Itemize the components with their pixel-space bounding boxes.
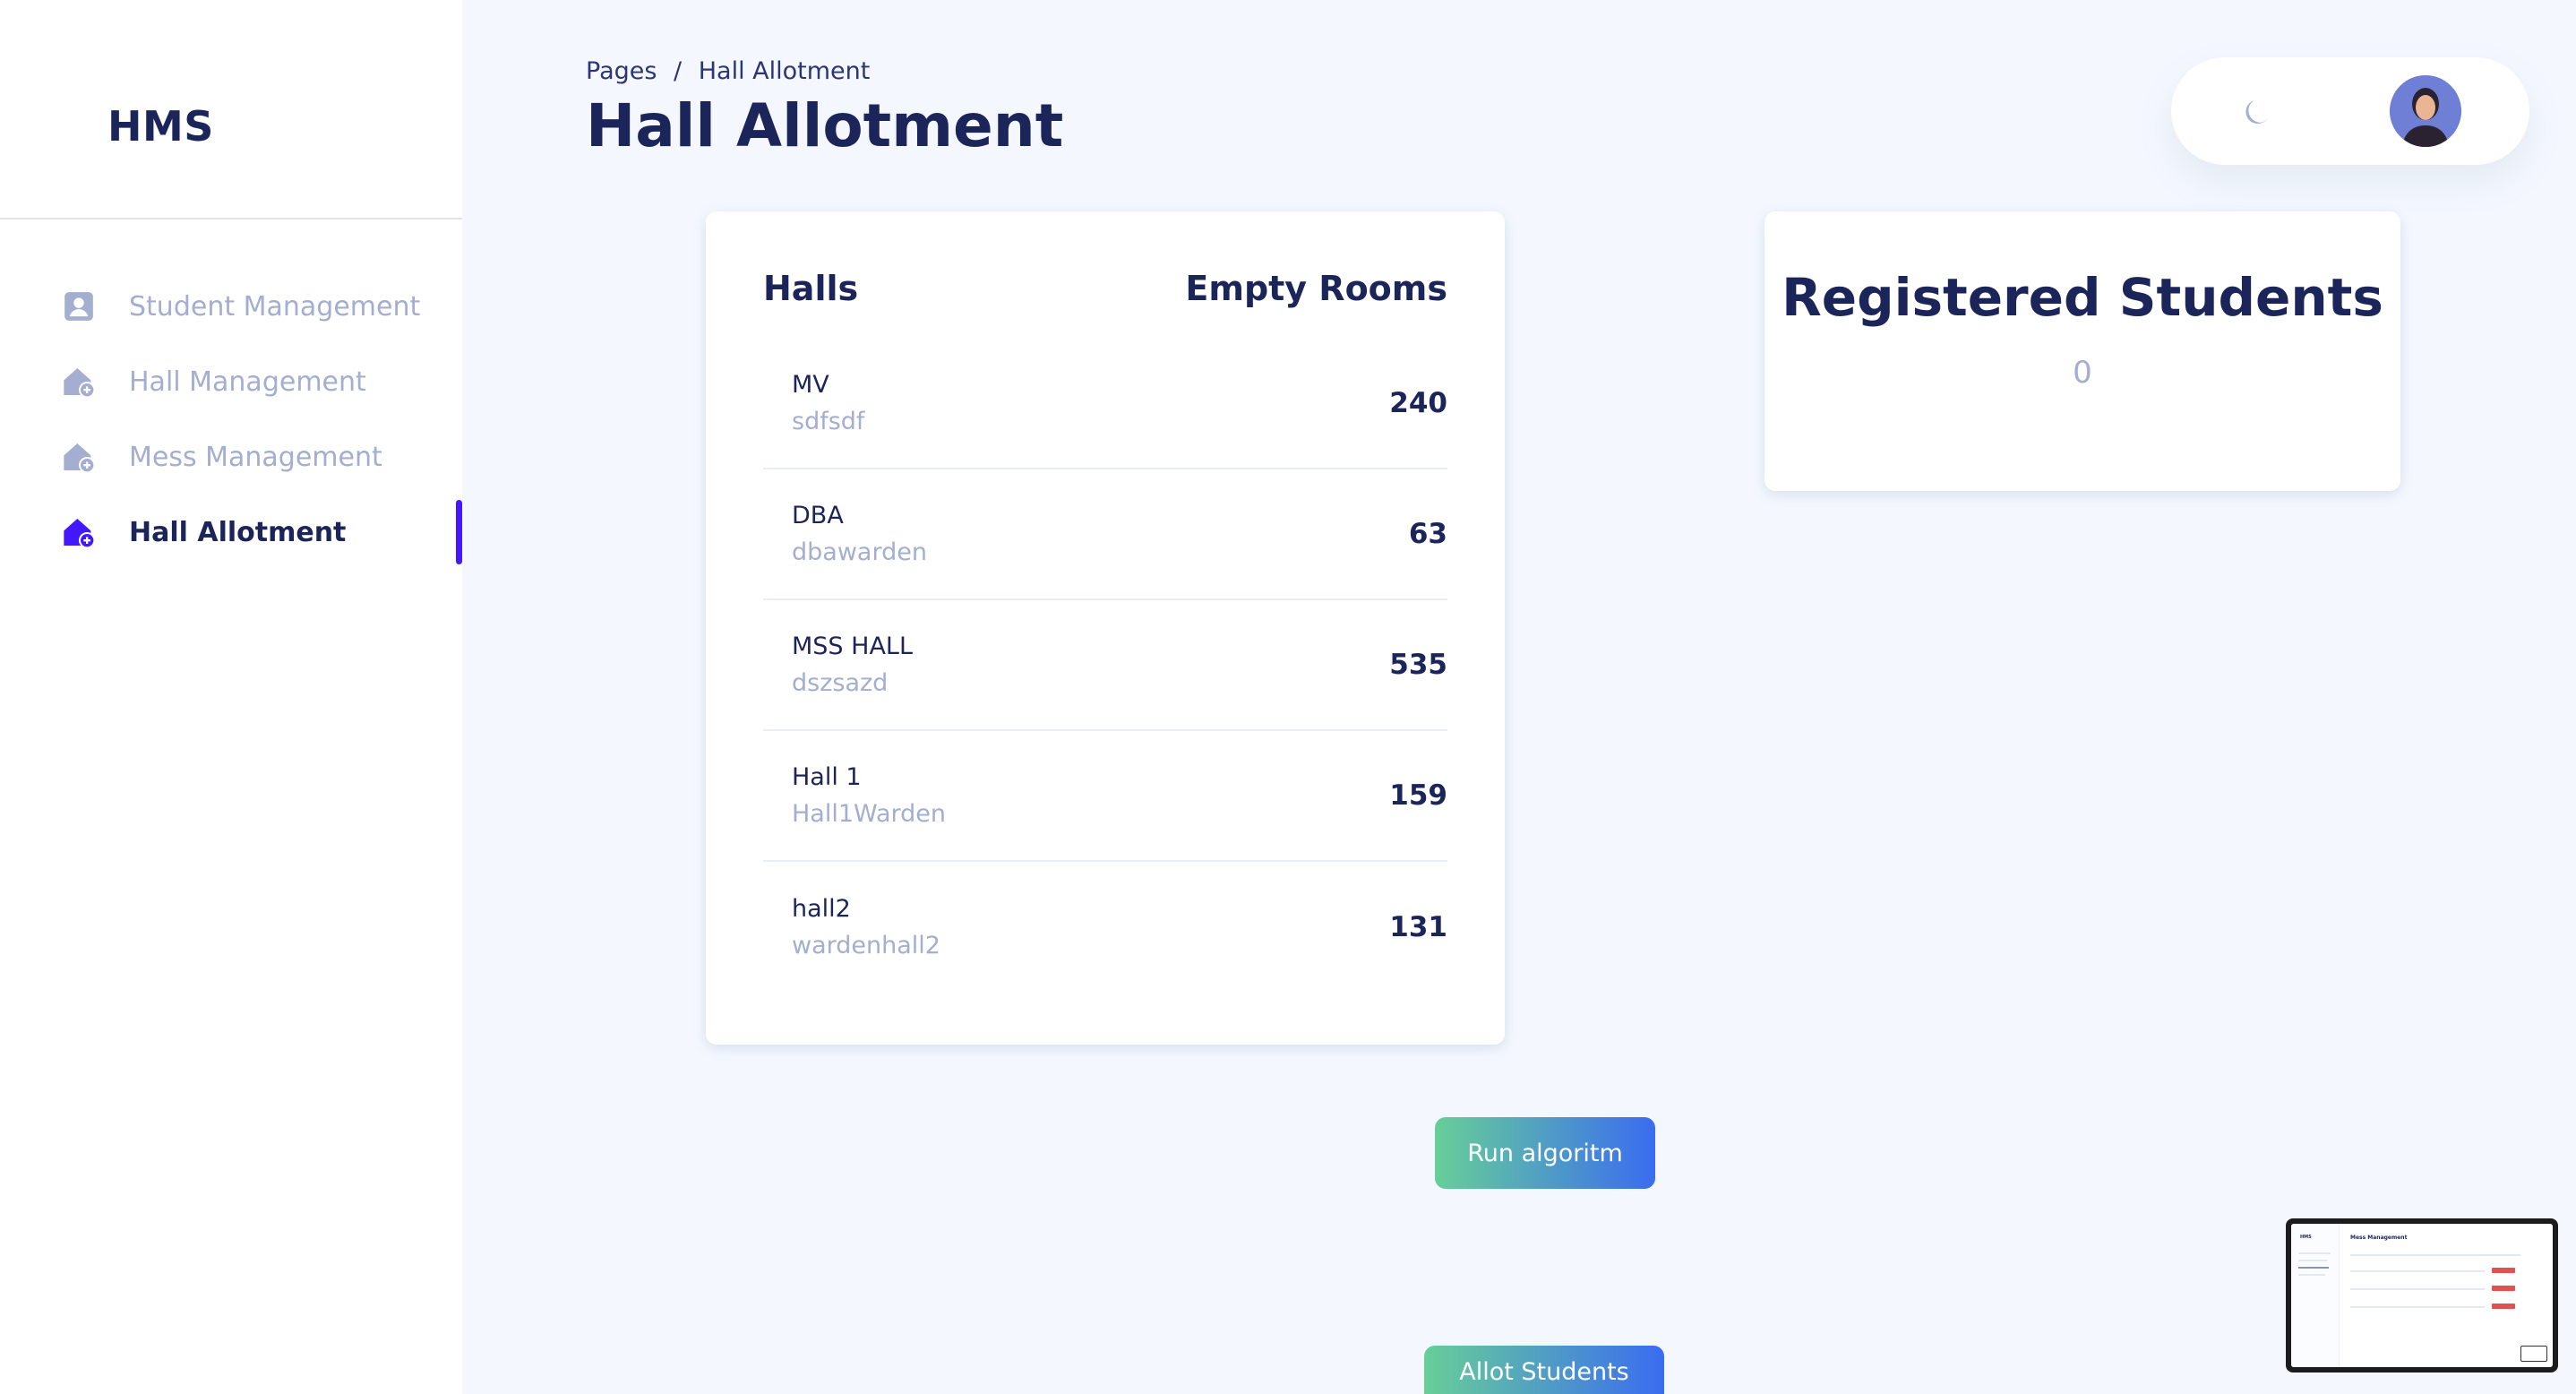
hall-name: hall2 — [792, 895, 851, 923]
avatar[interactable] — [2390, 75, 2461, 147]
empty-rooms-count: 535 — [1389, 649, 1447, 681]
home-plus-icon — [61, 514, 97, 550]
preview-corner-frame — [2520, 1346, 2547, 1362]
run-algorithm-button[interactable]: Run algoritm — [1435, 1117, 1655, 1189]
moon-icon[interactable] — [2239, 93, 2275, 129]
preview-row-line — [2350, 1270, 2485, 1272]
preview-row-line — [2350, 1254, 2520, 1256]
sidebar-item-student-management[interactable]: Student Management — [0, 269, 462, 344]
preview-sidebar: HMS — [2291, 1224, 2340, 1367]
column-header-halls: Halls — [763, 269, 859, 308]
halls-card: Halls Empty Rooms MV sdfsdf 240 DBA dbaw… — [706, 211, 1505, 1045]
sidebar: HMS Student Management Hall Management M… — [0, 0, 462, 1394]
header-toolbar — [2171, 57, 2529, 165]
hall-name: MSS HALL — [792, 632, 914, 660]
registered-students-count: 0 — [2073, 355, 2092, 391]
empty-rooms-count: 63 — [1408, 518, 1447, 550]
sidebar-item-label: Mess Management — [129, 441, 382, 473]
hall-warden: dbawarden — [792, 538, 927, 566]
preview-nav-line — [2298, 1252, 2331, 1254]
preview-red-button — [2492, 1268, 2515, 1273]
hall-name: Hall 1 — [792, 763, 862, 791]
breadcrumb-current[interactable]: Hall Allotment — [699, 57, 871, 85]
table-row[interactable]: hall2 wardenhall2 131 — [763, 862, 1447, 993]
table-row[interactable]: DBA dbawarden 63 — [763, 469, 1447, 600]
allot-students-button[interactable]: Allot Students — [1424, 1346, 1664, 1394]
empty-rooms-count: 240 — [1389, 387, 1447, 419]
empty-rooms-count: 131 — [1389, 911, 1447, 943]
preview-red-button — [2492, 1304, 2515, 1309]
active-indicator — [456, 500, 462, 564]
sidebar-item-label: Student Management — [129, 290, 421, 323]
breadcrumb: Pages / Hall Allotment — [586, 57, 870, 85]
sidebar-item-label: Hall Management — [129, 366, 366, 398]
page-title: Hall Allotment — [586, 91, 1064, 160]
halls-table-header: Halls Empty Rooms — [763, 269, 1447, 308]
breadcrumb-root[interactable]: Pages — [586, 57, 657, 85]
preview-screen: HMS Mess Management — [2291, 1224, 2553, 1367]
brand-logo[interactable]: HMS — [107, 102, 214, 151]
halls-list: MV sdfsdf 240 DBA dbawarden 63 MSS HALL … — [763, 339, 1447, 993]
table-row[interactable]: MV sdfsdf 240 — [763, 339, 1447, 469]
empty-rooms-count: 159 — [1389, 779, 1447, 812]
hall-warden: dszsazd — [792, 669, 889, 697]
hall-warden: wardenhall2 — [792, 932, 940, 959]
home-plus-icon — [61, 439, 97, 475]
preview-nav-line — [2298, 1260, 2327, 1261]
preview-nav-line — [2298, 1274, 2325, 1276]
user-square-icon — [61, 288, 97, 324]
preview-title: Mess Management — [2350, 1235, 2408, 1241]
preview-row-line — [2350, 1288, 2485, 1290]
registered-students-title: Registered Students — [1782, 267, 2383, 328]
hall-name: DBA — [792, 502, 844, 529]
screen-preview-thumbnail[interactable]: HMS Mess Management — [2286, 1218, 2558, 1372]
preview-nav-line — [2298, 1267, 2329, 1269]
home-plus-icon — [61, 364, 97, 400]
table-row[interactable]: MSS HALL dszsazd 535 — [763, 600, 1447, 731]
column-header-empty-rooms: Empty Rooms — [1185, 269, 1447, 308]
preview-red-button — [2492, 1286, 2515, 1291]
sidebar-nav: Student Management Hall Management Mess … — [0, 269, 462, 570]
sidebar-item-hall-management[interactable]: Hall Management — [0, 344, 462, 419]
hall-name: MV — [792, 371, 829, 399]
preview-row-line — [2350, 1306, 2485, 1308]
registered-students-card: Registered Students 0 — [1765, 211, 2400, 491]
hall-warden: sdfsdf — [792, 408, 865, 435]
sidebar-divider — [0, 218, 462, 219]
breadcrumb-separator: / — [674, 57, 683, 85]
sidebar-item-label: Hall Allotment — [129, 516, 347, 548]
sidebar-item-hall-allotment[interactable]: Hall Allotment — [0, 495, 462, 570]
sidebar-item-mess-management[interactable]: Mess Management — [0, 419, 462, 495]
table-row[interactable]: Hall 1 Hall1Warden 159 — [763, 731, 1447, 862]
hall-warden: Hall1Warden — [792, 800, 947, 828]
preview-brand: HMS — [2300, 1235, 2312, 1240]
